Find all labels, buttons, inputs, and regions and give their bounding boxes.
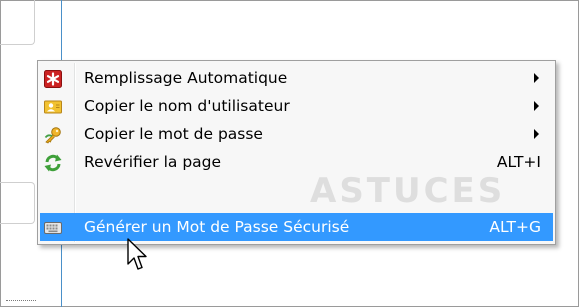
menu-item-remplissage-automatique[interactable]: Remplissage Automatique [40, 64, 553, 92]
submenu-arrow-icon [534, 73, 539, 83]
mouse-pointer-icon [127, 238, 147, 270]
menu-item-generer-mot-de-passe[interactable]: Générer un Mot de Passe Sécurisé ALT+G [40, 213, 553, 241]
menu-item-copier-nom-utilisateur[interactable]: Copier le nom d'utilisateur [40, 92, 553, 120]
context-menu: ASTUCES Remplissage Automatique Copier l… [37, 60, 556, 245]
submenu-arrow-icon [534, 129, 539, 139]
menu-item-label: Revérifier la page [84, 153, 222, 171]
menu-item-shortcut: ALT+G [489, 218, 541, 236]
background-dotted-line [6, 300, 36, 302]
menu-item-label: Générer un Mot de Passe Sécurisé [84, 218, 350, 236]
menu-item-copier-mot-de-passe[interactable]: Copier le mot de passe [40, 120, 553, 148]
lastpass-star-icon [44, 70, 62, 88]
keyboard-icon [44, 222, 62, 234]
menu-item-label: Copier le nom d'utilisateur [84, 97, 290, 115]
key-password-icon [44, 127, 61, 144]
background-panel-left [0, 182, 35, 224]
menu-item-label: Copier le mot de passe [84, 125, 263, 143]
menu-item-shortcut: ALT+I [496, 153, 541, 171]
user-card-icon [44, 100, 62, 114]
background-panel-top [0, 0, 35, 45]
refresh-icon [44, 154, 62, 172]
menu-item-label: Remplissage Automatique [84, 69, 288, 87]
submenu-arrow-icon [534, 101, 539, 111]
menu-item-reverifier-page[interactable]: Revérifier la page ALT+I [40, 148, 553, 176]
